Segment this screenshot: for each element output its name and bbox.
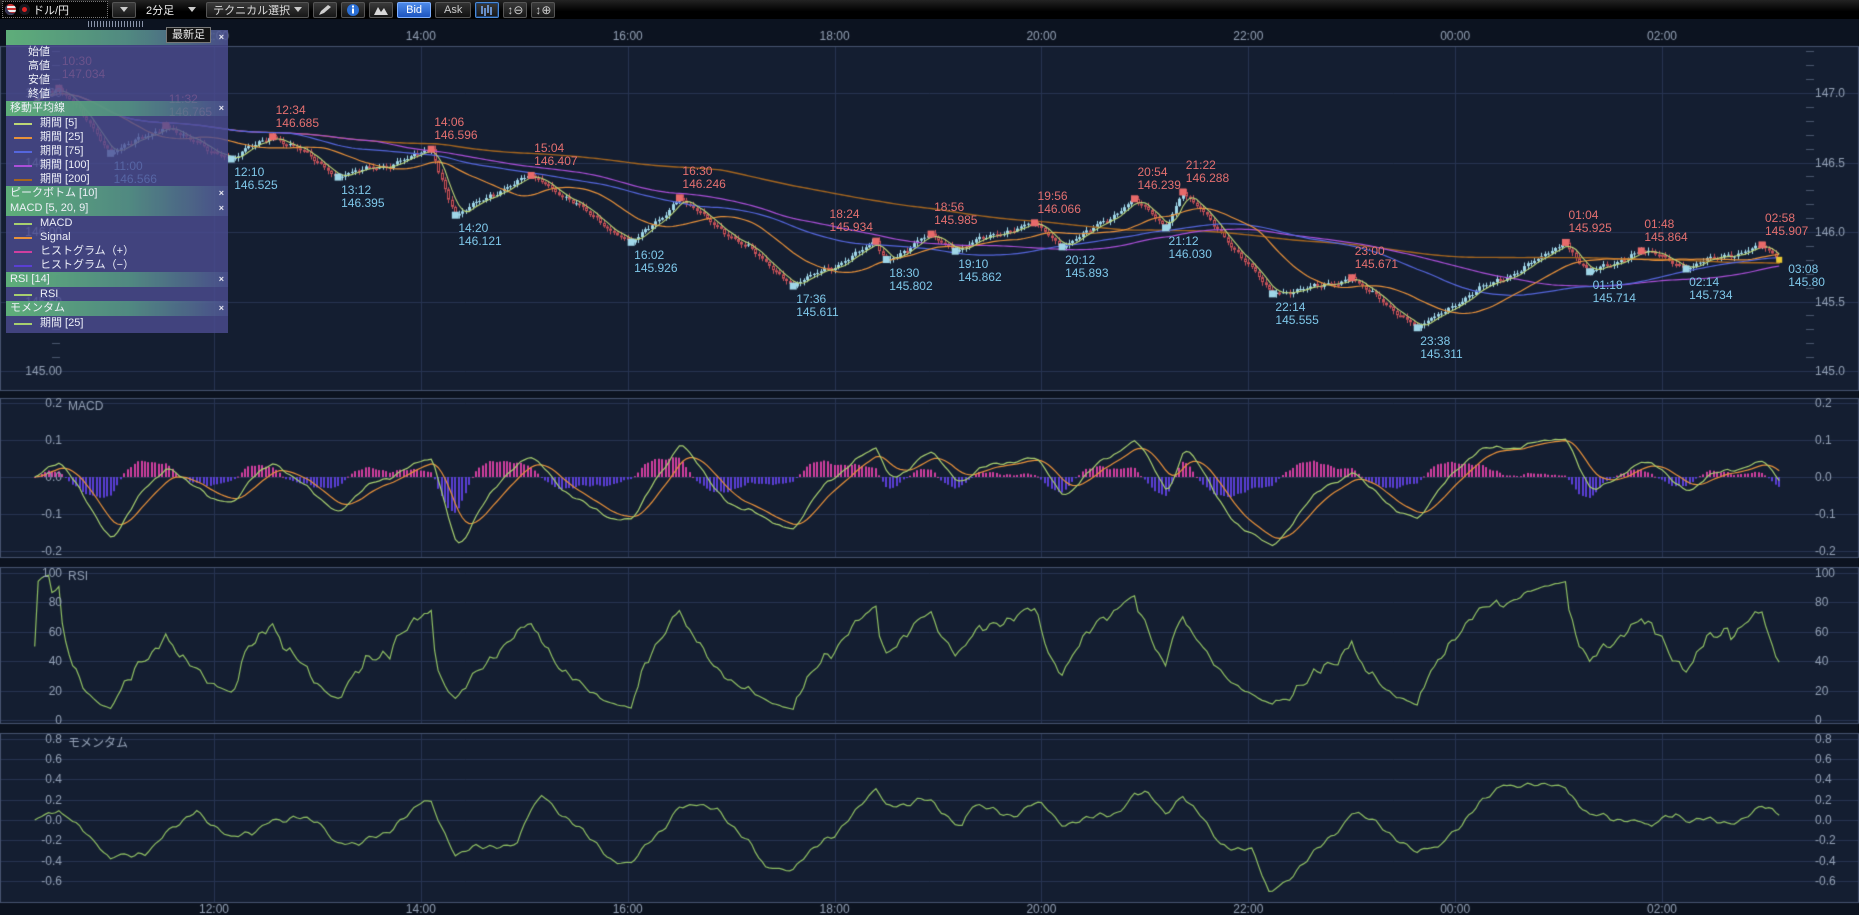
pair-dropdown-button[interactable] (112, 2, 136, 18)
zoom-out-button[interactable]: ↕⊖ (503, 2, 527, 18)
legend-line-swatch (14, 165, 32, 167)
legend-row: ヒストグラム（+） (6, 244, 228, 258)
ask-button[interactable]: Ask (435, 2, 471, 18)
technical-select-label: テクニカル選択 (213, 2, 290, 18)
chevron-down-icon (120, 7, 128, 12)
info-icon (346, 3, 360, 17)
bid-button[interactable]: Bid (397, 2, 431, 18)
timeframe-label: 2分足 (146, 2, 174, 18)
legend-line-swatch (14, 223, 32, 225)
legend-row: 期間 [75] (6, 144, 228, 158)
legend-line-swatch (14, 151, 32, 153)
draw-tool-button[interactable] (313, 2, 337, 18)
zoom-in-button[interactable]: ↕⊕ (531, 2, 555, 18)
legend-line-swatch (14, 251, 32, 253)
legend-row: 期間 [25] (6, 316, 228, 330)
legend-row: RSI (6, 287, 228, 301)
close-icon[interactable]: × (219, 201, 224, 216)
area-chart-button[interactable] (369, 2, 393, 18)
latest-bar-tooltip: 最新足 (166, 27, 211, 43)
zoom-out-icon: ↕⊖ (507, 4, 523, 16)
legend-row: MACD (6, 216, 228, 230)
legend-row: 終値 (6, 87, 228, 101)
legend-section-header[interactable]: RSI [14]× (6, 272, 228, 287)
legend-line-swatch (14, 323, 32, 325)
chevron-down-icon (294, 7, 302, 12)
zoom-in-icon: ↕⊕ (535, 4, 551, 16)
legend-drag-handle[interactable] (88, 21, 144, 27)
us-flag-icon (5, 4, 16, 15)
legend-line-swatch (14, 237, 32, 239)
legend-row: 期間 [200] (6, 172, 228, 186)
legend-row: 安値 (6, 73, 228, 87)
close-icon[interactable]: × (219, 186, 224, 201)
close-icon[interactable]: × (219, 301, 224, 316)
legend-row: Signal (6, 230, 228, 244)
candlestick-chart-icon (479, 4, 495, 16)
close-icon[interactable]: × (219, 30, 224, 45)
currency-pair-selector[interactable]: ドル/円 (2, 1, 108, 18)
chart-canvas[interactable] (0, 0, 1859, 915)
chevron-down-icon (188, 7, 196, 12)
legend-line-swatch (14, 294, 32, 296)
legend-row: 期間 [25] (6, 130, 228, 144)
chart-type-button[interactable] (475, 2, 499, 18)
japan-flag-icon (19, 4, 30, 15)
legend-section-header[interactable]: MACD [5, 20, 9]× (6, 201, 228, 216)
indicator-legend-panel: ×始値高値安値終値移動平均線×期間 [5]期間 [25]期間 [75]期間 [1… (6, 30, 228, 333)
legend-row: 期間 [5] (6, 116, 228, 130)
legend-row: 始値 (6, 45, 228, 59)
info-button[interactable] (341, 2, 365, 18)
toolbar: ドル/円 2分足 テクニカル選択 Bid Ask ↕⊖ ↕⊕ (0, 0, 1859, 19)
legend-section-header[interactable]: ピークボトム [10]× (6, 186, 228, 201)
timeframe-selector[interactable]: 2分足 (140, 2, 202, 18)
legend-section-header[interactable]: 移動平均線× (6, 101, 228, 116)
legend-line-swatch (14, 265, 32, 267)
close-icon[interactable]: × (219, 272, 224, 287)
mountain-icon (373, 4, 389, 16)
legend-row: 期間 [100] (6, 158, 228, 172)
legend-line-swatch (14, 137, 32, 139)
close-icon[interactable]: × (219, 101, 224, 116)
legend-row: 高値 (6, 59, 228, 73)
technical-select-button[interactable]: テクニカル選択 (206, 2, 309, 18)
pencil-icon (318, 4, 332, 16)
legend-line-swatch (14, 179, 32, 181)
currency-pair-label: ドル/円 (33, 2, 69, 18)
legend-row: ヒストグラム（−） (6, 258, 228, 272)
legend-line-swatch (14, 123, 32, 125)
legend-section-header[interactable]: モメンタム× (6, 301, 228, 316)
